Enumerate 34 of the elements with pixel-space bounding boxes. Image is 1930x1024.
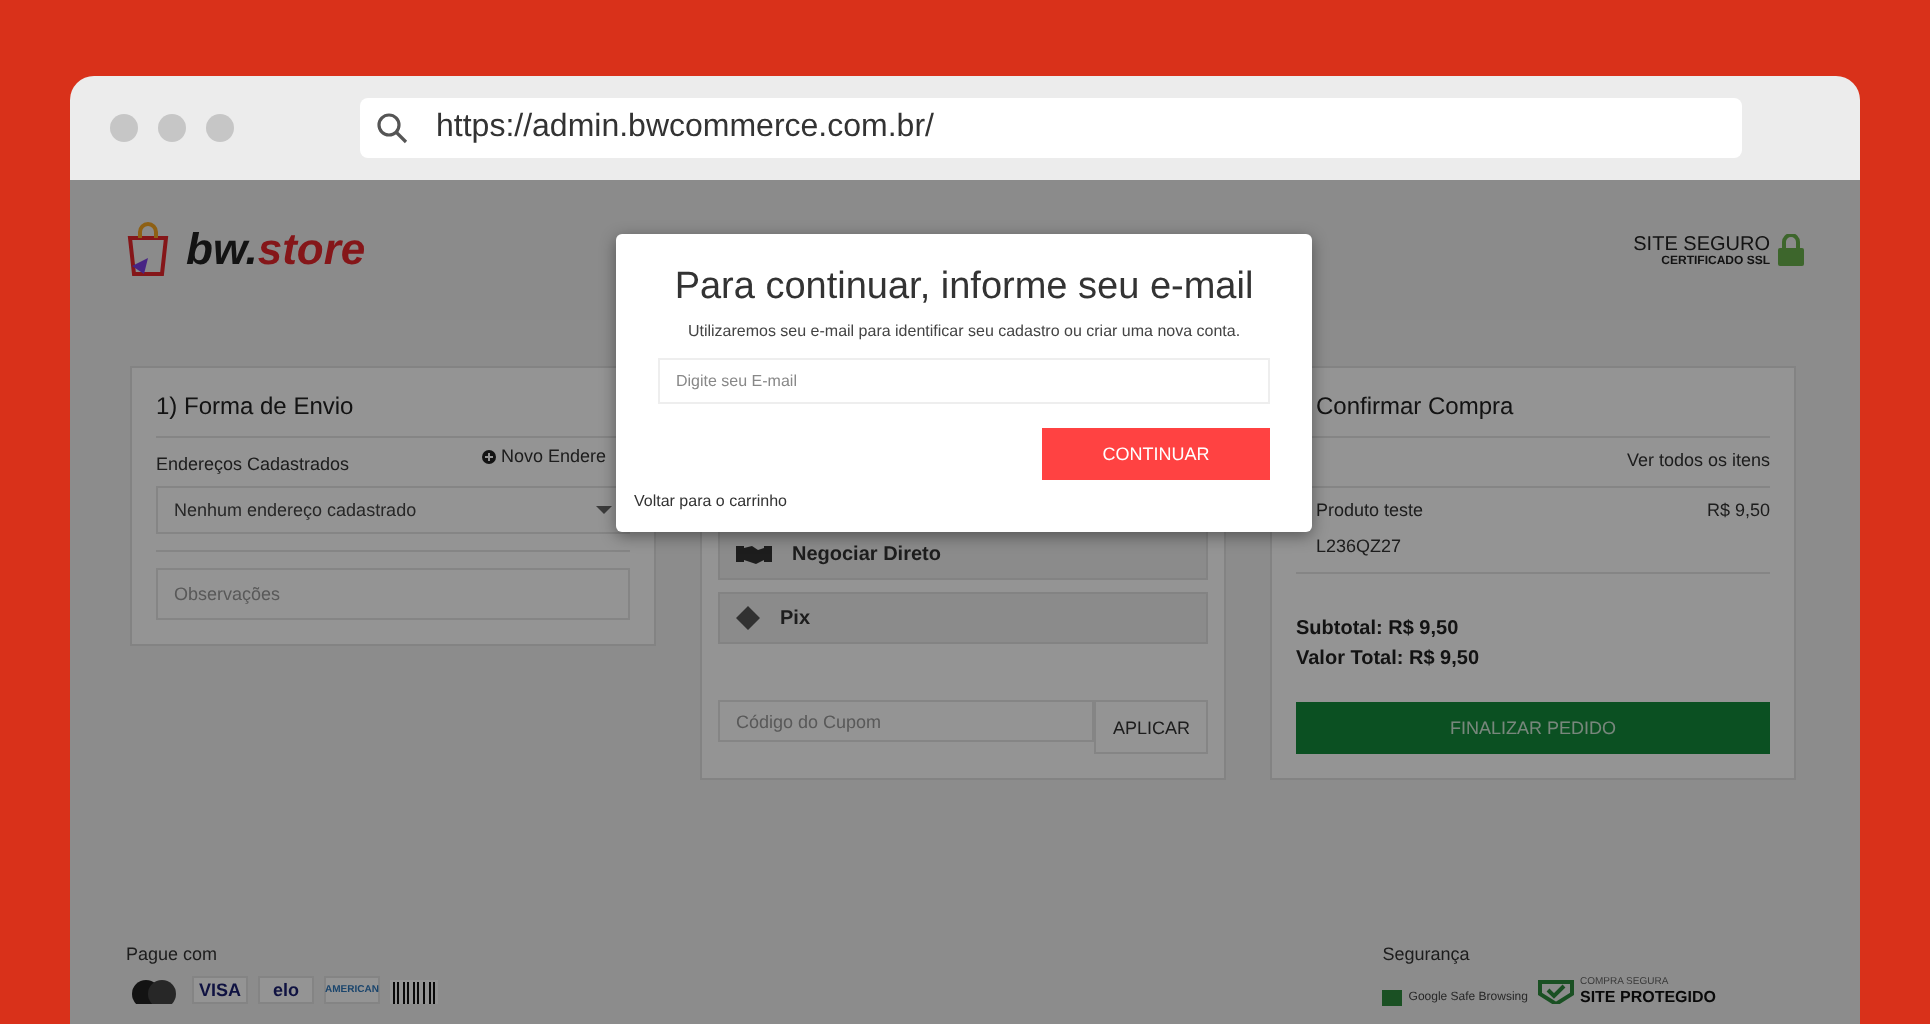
- payment-option[interactable]: Pix: [718, 592, 1208, 644]
- search-icon: [376, 112, 408, 144]
- badge-title: SITE SEGURO: [1633, 233, 1770, 255]
- address-bar[interactable]: https://admin.bwcommerce.com.br/: [360, 98, 1742, 158]
- new-address-link[interactable]: Novo Endere: [482, 446, 606, 466]
- back-to-cart-link[interactable]: Voltar para o carrinho: [634, 492, 787, 510]
- card-logo: VISA: [192, 976, 248, 1004]
- product-price: R$ 9,50: [1706, 500, 1770, 520]
- card-logo-icon: [126, 976, 182, 1004]
- shopping-bag-icon: [126, 222, 170, 278]
- shield-check-icon: [1537, 979, 1574, 1003]
- finish-order-button[interactable]: FINALIZAR PEDIDO: [1296, 702, 1770, 754]
- card-logo: elo: [258, 976, 314, 1004]
- footer-heading: Segurança: [1382, 944, 1472, 964]
- padlock-icon: [1778, 234, 1804, 266]
- email-field[interactable]: Digite seu E-mail: [658, 358, 1270, 404]
- total-text: Valor Total: R$ 9,50: [1296, 648, 1482, 670]
- window-dot: [206, 114, 234, 142]
- seal-label: SITE PROTEGIDO: [1579, 988, 1716, 1006]
- plus-circle-icon: [482, 449, 497, 463]
- logo-text: bw.store: [186, 224, 366, 276]
- dialog-title: Para continuar, informe seu e-mail: [672, 266, 1256, 310]
- apply-button[interactable]: APLICAR: [1094, 700, 1208, 754]
- field-label: Endereços Cadastrados: [156, 454, 350, 474]
- product-name: Produto teste: [1316, 500, 1424, 520]
- barcode-icon: [390, 980, 438, 1004]
- continue-button[interactable]: CONTINUAR: [1042, 428, 1270, 480]
- footer-heading: Pague com: [126, 944, 220, 964]
- window-dot: [158, 114, 186, 142]
- subtotal-text: Subtotal: R$ 9,50: [1296, 618, 1461, 640]
- dialog-subtitle: Utilizaremos seu e-mail para identificar seu cadastro ou criar uma nova conta.: [685, 322, 1243, 340]
- payment-option[interactable]: Negociar Direto: [718, 528, 1208, 580]
- product-code: L236QZ27: [1316, 536, 1404, 556]
- window-dot: [110, 114, 138, 142]
